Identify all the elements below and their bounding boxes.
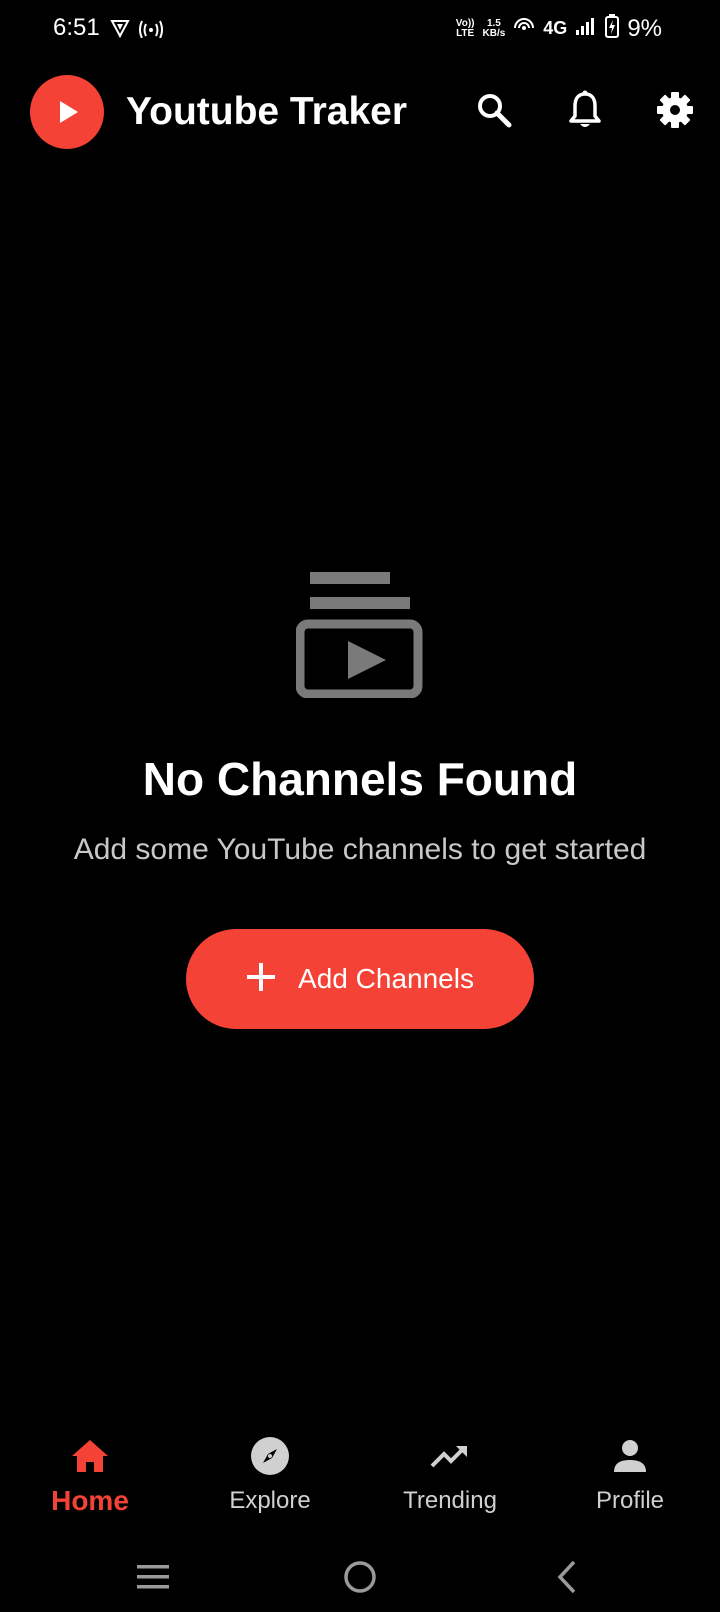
person-icon (610, 1436, 650, 1481)
nav-label-profile: Profile (595, 1487, 665, 1514)
battery-icon (605, 14, 620, 43)
status-time: 6:51 (53, 14, 100, 41)
signal-icon (575, 16, 597, 41)
hotspot-icon (138, 18, 164, 43)
app-title: Youtube Traker (126, 90, 408, 133)
nav-item-profile[interactable]: Profile (540, 1436, 720, 1526)
search-icon[interactable] (472, 88, 516, 132)
nav-label-trending: Trending (403, 1487, 497, 1514)
empty-state-subtitle: Add some YouTube channels to get started (73, 833, 647, 866)
subscriptions-icon (295, 570, 424, 699)
system-home-icon[interactable] (338, 1555, 382, 1599)
volte-line1: Vo)) (455, 17, 475, 29)
add-channels-button[interactable]: Add Channels (186, 929, 534, 1029)
gear-icon[interactable] (653, 88, 697, 132)
battery-percent: 9% (627, 14, 662, 42)
back-icon[interactable] (545, 1555, 589, 1599)
nav-item-home[interactable]: Home (0, 1436, 180, 1526)
vpn-shield-icon (110, 18, 130, 43)
volte-indicator: Vo)) LTE (455, 17, 475, 39)
nav-item-trending[interactable]: Trending (360, 1436, 540, 1526)
nav-item-explore[interactable]: Explore (180, 1436, 360, 1526)
status-left-icons (110, 18, 164, 43)
network-type: 4G (543, 18, 568, 38)
add-channels-label: Add Channels (298, 963, 474, 994)
nav-label-home: Home (51, 1485, 129, 1516)
speed-value: 1.5 (486, 17, 501, 29)
trending-up-icon (430, 1436, 470, 1481)
status-right-icons: Vo)) LTE 1.5 KB/s 4G 9% (456, 14, 662, 43)
speed-unit: KB/s (482, 27, 506, 39)
nav-label-explore: Explore (229, 1487, 311, 1514)
play-logo-icon (30, 75, 104, 149)
empty-state-title: No Channels Found (142, 753, 578, 805)
compass-icon (250, 1436, 290, 1481)
wifi-calling-icon (513, 15, 535, 42)
recent-apps-icon[interactable] (131, 1555, 175, 1599)
network-speed: 1.5 KB/s (482, 17, 506, 39)
home-icon (70, 1436, 110, 1481)
plus-icon (246, 962, 276, 997)
volte-line2: LTE (456, 27, 475, 39)
bell-icon[interactable] (563, 88, 607, 132)
